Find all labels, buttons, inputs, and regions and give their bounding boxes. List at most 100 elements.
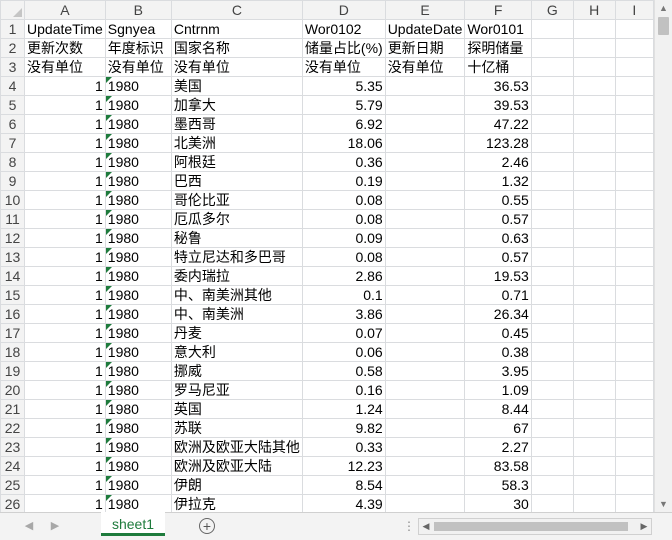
cell-b26[interactable]: 1980 (104, 494, 172, 512)
horizontal-scroll-thumb[interactable] (434, 522, 628, 531)
cell-i17[interactable] (614, 323, 654, 343)
cell-a16[interactable]: 1 (24, 304, 106, 324)
row-header[interactable]: 21 (0, 399, 26, 419)
cell-e17[interactable] (384, 323, 466, 343)
cell-g14[interactable] (530, 266, 574, 286)
cell-i18[interactable] (614, 342, 654, 362)
cell-b11[interactable]: 1980 (104, 209, 172, 229)
cell-a7[interactable]: 1 (24, 133, 106, 153)
cell-a3[interactable]: 没有单位 (24, 57, 106, 77)
cell-f11[interactable]: 0.57 (464, 209, 532, 229)
cell-c6[interactable]: 墨西哥 (170, 114, 303, 134)
cell-a25[interactable]: 1 (24, 475, 106, 495)
cell-h22[interactable] (572, 418, 616, 438)
cell-i8[interactable] (614, 152, 654, 172)
cell-h4[interactable] (572, 76, 616, 96)
cell-a1[interactable]: UpdateTime (24, 19, 106, 39)
row-header[interactable]: 2 (0, 38, 26, 58)
cell-b9[interactable]: 1980 (104, 171, 172, 191)
cell-c12[interactable]: 秘鲁 (170, 228, 303, 248)
cell-f8[interactable]: 2.46 (464, 152, 532, 172)
cell-i24[interactable] (614, 456, 654, 476)
cell-i26[interactable] (614, 494, 654, 512)
cell-e10[interactable] (384, 190, 466, 210)
cell-i11[interactable] (614, 209, 654, 229)
cell-g1[interactable] (530, 19, 574, 39)
row-header[interactable]: 7 (0, 133, 26, 153)
cell-d10[interactable]: 0.08 (301, 190, 386, 210)
cell-g17[interactable] (530, 323, 574, 343)
cell-i6[interactable] (614, 114, 654, 134)
cell-a17[interactable]: 1 (24, 323, 106, 343)
cell-c17[interactable]: 丹麦 (170, 323, 303, 343)
cell-g4[interactable] (530, 76, 574, 96)
cell-h2[interactable] (572, 38, 616, 58)
cell-c2[interactable]: 国家名称 (170, 38, 303, 58)
cell-c4[interactable]: 美国 (170, 76, 303, 96)
row-header[interactable]: 4 (0, 76, 26, 96)
cell-g12[interactable] (530, 228, 574, 248)
cell-a20[interactable]: 1 (24, 380, 106, 400)
cell-f25[interactable]: 58.3 (464, 475, 532, 495)
cell-d1[interactable]: Wor0102 (301, 19, 386, 39)
cell-c9[interactable]: 巴西 (170, 171, 303, 191)
row-header[interactable]: 18 (0, 342, 26, 362)
cell-g3[interactable] (530, 57, 574, 77)
cell-f2[interactable]: 探明储量 (464, 38, 532, 58)
cell-d9[interactable]: 0.19 (301, 171, 386, 191)
cell-b3[interactable]: 没有单位 (104, 57, 172, 77)
cell-i16[interactable] (614, 304, 654, 324)
cell-h24[interactable] (572, 456, 616, 476)
row-header[interactable]: 24 (0, 456, 26, 476)
cell-g6[interactable] (530, 114, 574, 134)
cell-h6[interactable] (572, 114, 616, 134)
cell-c18[interactable]: 意大利 (170, 342, 303, 362)
cell-f26[interactable]: 30 (464, 494, 532, 512)
cell-a22[interactable]: 1 (24, 418, 106, 438)
cell-a23[interactable]: 1 (24, 437, 106, 457)
cell-d14[interactable]: 2.86 (301, 266, 386, 286)
cell-a24[interactable]: 1 (24, 456, 106, 476)
cell-f12[interactable]: 0.63 (464, 228, 532, 248)
cell-e21[interactable] (384, 399, 466, 419)
cell-h3[interactable] (572, 57, 616, 77)
row-header[interactable]: 15 (0, 285, 26, 305)
cell-h16[interactable] (572, 304, 616, 324)
cell-e23[interactable] (384, 437, 466, 457)
cell-f9[interactable]: 1.32 (464, 171, 532, 191)
sheet-tab-sheet1[interactable]: sheet1 (101, 512, 165, 536)
cell-h25[interactable] (572, 475, 616, 495)
cell-d15[interactable]: 0.1 (301, 285, 386, 305)
cell-b12[interactable]: 1980 (104, 228, 172, 248)
cell-g20[interactable] (530, 380, 574, 400)
cell-b25[interactable]: 1980 (104, 475, 172, 495)
cell-e22[interactable] (384, 418, 466, 438)
cell-c26[interactable]: 伊拉克 (170, 494, 303, 512)
cell-d25[interactable]: 8.54 (301, 475, 386, 495)
cell-c24[interactable]: 欧洲及欧亚大陆 (170, 456, 303, 476)
cell-b13[interactable]: 1980 (104, 247, 172, 267)
cell-g8[interactable] (530, 152, 574, 172)
cell-d8[interactable]: 0.36 (301, 152, 386, 172)
cell-h12[interactable] (572, 228, 616, 248)
cell-g22[interactable] (530, 418, 574, 438)
cell-f7[interactable]: 123.28 (464, 133, 532, 153)
column-header-e[interactable]: E (384, 0, 466, 20)
cell-b2[interactable]: 年度标识 (104, 38, 172, 58)
cell-e26[interactable] (384, 494, 466, 512)
cell-b6[interactable]: 1980 (104, 114, 172, 134)
cell-f22[interactable]: 67 (464, 418, 532, 438)
row-header[interactable]: 1 (0, 19, 26, 39)
cell-h13[interactable] (572, 247, 616, 267)
cell-d13[interactable]: 0.08 (301, 247, 386, 267)
cell-i1[interactable] (614, 19, 654, 39)
cell-f10[interactable]: 0.55 (464, 190, 532, 210)
cell-f6[interactable]: 47.22 (464, 114, 532, 134)
plus-circle-icon[interactable]: + (199, 518, 215, 534)
cell-e3[interactable]: 没有单位 (384, 57, 466, 77)
cell-c16[interactable]: 中、南美洲 (170, 304, 303, 324)
cell-g26[interactable] (530, 494, 574, 512)
cell-f18[interactable]: 0.38 (464, 342, 532, 362)
cell-b23[interactable]: 1980 (104, 437, 172, 457)
cell-e8[interactable] (384, 152, 466, 172)
